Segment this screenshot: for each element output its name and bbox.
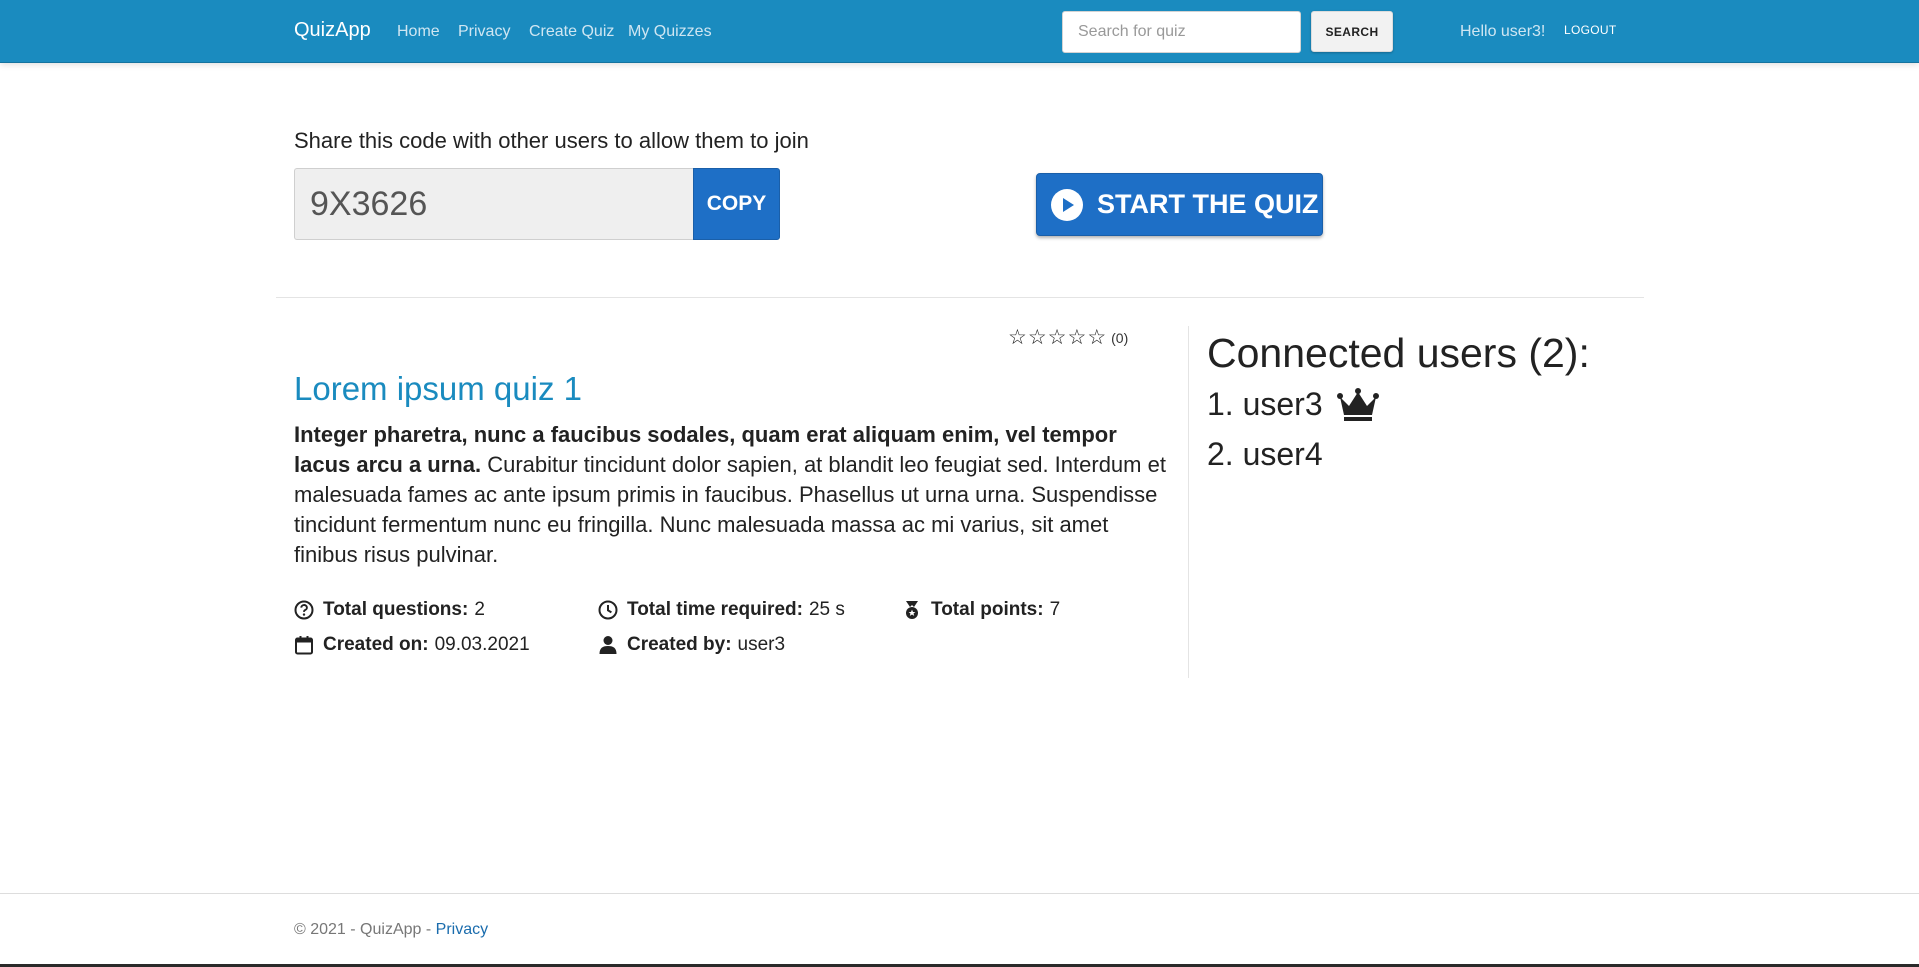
- meta-created-by: Created by: user3: [598, 634, 785, 656]
- meta-total-questions: Total questions: 2: [294, 599, 485, 621]
- join-code-field[interactable]: [294, 168, 694, 240]
- start-quiz-label: START THE QUIZ: [1097, 189, 1319, 219]
- connected-user-name: 2. user4: [1207, 436, 1323, 472]
- play-circle-icon: [1051, 188, 1083, 221]
- created-on-label: Created on:: [323, 634, 429, 655]
- brand-logo[interactable]: QuizApp: [294, 19, 371, 42]
- footer: © 2021 - QuizApp - Privacy: [294, 921, 488, 939]
- created-on-value: 09.03.2021: [434, 634, 530, 655]
- start-quiz-button[interactable]: START THE QUIZ: [1036, 173, 1323, 236]
- meta-total-points: Total points: 7: [902, 599, 1060, 621]
- logout-link[interactable]: LOGOUT: [1564, 23, 1616, 37]
- created-by-value: user3: [737, 634, 786, 655]
- column-divider: [1188, 326, 1189, 678]
- meta-created-on: Created on: 09.03.2021: [294, 634, 530, 656]
- nav-link-home[interactable]: Home: [397, 23, 440, 41]
- search-button[interactable]: SEARCH: [1311, 11, 1393, 52]
- nav-link-privacy[interactable]: Privacy: [458, 23, 510, 41]
- quiz-rating: ☆ ☆ ☆ ☆ ☆ (0): [1008, 327, 1128, 348]
- star-outline-icon[interactable]: ☆: [1087, 327, 1106, 348]
- total-questions-label: Total questions:: [323, 599, 469, 620]
- search-input[interactable]: [1062, 11, 1301, 53]
- total-time-label: Total time required:: [627, 599, 803, 620]
- nav-link-my-quizzes[interactable]: My Quizzes: [628, 23, 712, 41]
- connected-user-item: 2. user4: [1207, 436, 1323, 473]
- copy-code-button[interactable]: COPY: [693, 168, 780, 240]
- user-icon: [599, 636, 617, 654]
- connected-user-item: 1. user3: [1207, 386, 1379, 423]
- connected-user-name: 1. user3: [1207, 386, 1323, 422]
- clock-icon: [598, 600, 618, 620]
- star-outline-icon[interactable]: ☆: [1048, 327, 1067, 348]
- star-outline-icon[interactable]: ☆: [1028, 327, 1047, 348]
- total-questions-value: 2: [474, 599, 485, 620]
- star-outline-icon[interactable]: ☆: [1067, 327, 1086, 348]
- nav-link-create-quiz[interactable]: Create Quiz: [529, 23, 614, 41]
- total-time-value: 25 s: [808, 599, 845, 620]
- footer-copyright: © 2021 - QuizApp -: [294, 921, 436, 938]
- share-code-label: Share this code with other users to allo…: [294, 128, 809, 153]
- meta-total-time: Total time required: 25 s: [598, 599, 845, 621]
- crown-icon: [1336, 387, 1379, 421]
- footer-divider: [0, 893, 1919, 894]
- total-points-label: Total points:: [931, 599, 1044, 620]
- user-greeting: Hello user3!: [1460, 23, 1546, 40]
- total-points-value: 7: [1049, 599, 1061, 620]
- rating-count: (0): [1111, 329, 1129, 346]
- question-circle-icon: [294, 600, 314, 620]
- quiz-description: Integer pharetra, nunc a faucibus sodale…: [294, 420, 1174, 570]
- connected-users-title: Connected users (2):: [1207, 330, 1590, 376]
- footer-privacy-link[interactable]: Privacy: [436, 921, 488, 938]
- created-by-label: Created by:: [627, 634, 732, 655]
- star-outline-icon[interactable]: ☆: [1008, 327, 1027, 348]
- quiz-title: Lorem ipsum quiz 1: [294, 370, 582, 407]
- calendar-icon: [295, 636, 313, 655]
- navbar: QuizApp Home Privacy Create Quiz My Quiz…: [0, 0, 1919, 63]
- medal-icon: [906, 601, 918, 619]
- divider: [276, 297, 1644, 298]
